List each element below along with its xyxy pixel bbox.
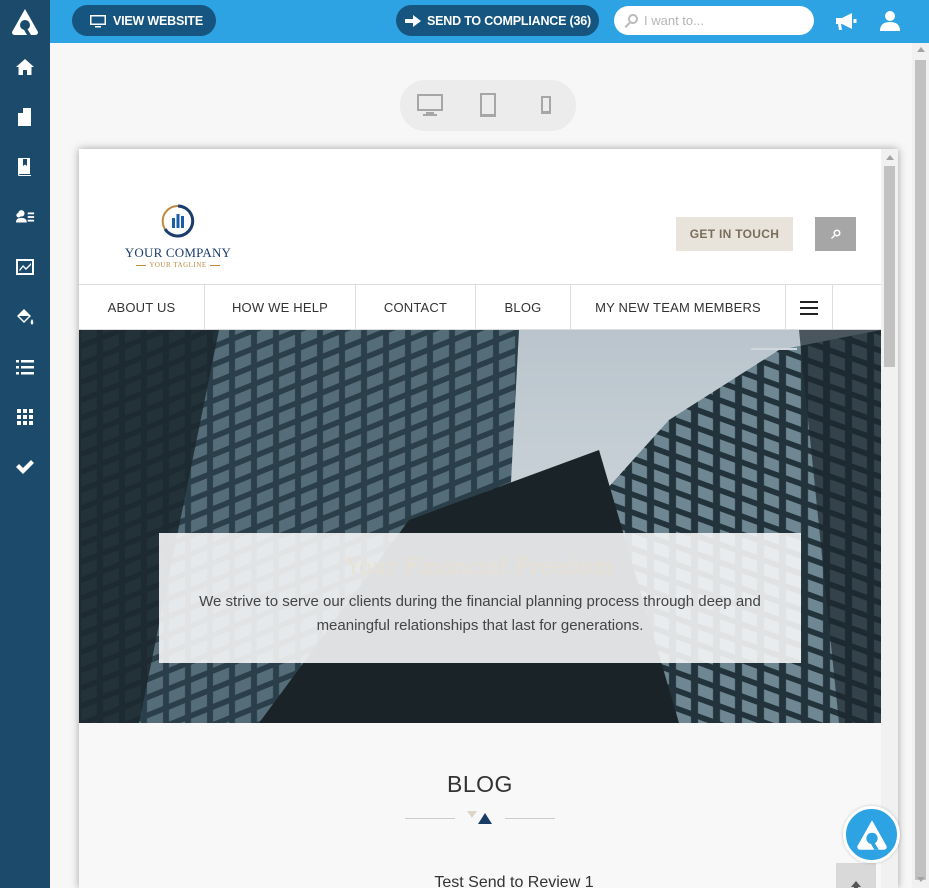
hero-description: We strive to serve our clients during th… [199,593,761,634]
sidebar-item-analytics[interactable] [0,242,50,292]
user-profile-button[interactable] [877,8,903,34]
arrow-right-icon [405,14,421,27]
user-icon [880,11,900,31]
app-logo-icon [856,819,887,850]
sidebar-item-content[interactable] [0,142,50,192]
site-header: YOUR COMPANY YOUR TAGLINE GET IN TOUCH [79,149,881,284]
sidebar-item-apps[interactable] [0,392,50,442]
nav-item-blog[interactable]: BLOG [476,285,571,330]
list-icon [16,360,34,375]
tablet-view-button[interactable] [478,92,498,118]
section-divider [405,811,555,824]
search-input[interactable] [644,13,804,28]
company-name: YOUR COMPANY [124,245,232,260]
chart-icon [16,259,34,275]
sidebar-item-contacts[interactable] [0,192,50,242]
sidebar-item-design[interactable] [0,292,50,342]
book-icon [18,158,31,176]
website-preview-frame: YOUR COMPANY YOUR TAGLINE GET IN TOUCH A… [79,149,898,888]
grid-icon [17,409,33,425]
device-switcher [400,80,576,131]
arrow-up-icon [851,881,861,888]
scroll-to-top-button[interactable] [836,863,876,888]
scroll-down-arrow-icon[interactable] [917,877,925,882]
hero-background-image [79,330,881,723]
workspace-scrollbar[interactable] [912,43,929,888]
blog-section: BLOG Test Send to Review 1 [79,723,881,888]
hamburger-icon [800,300,818,315]
tablet-icon [480,93,496,117]
help-chat-button[interactable] [843,806,900,863]
desktop-view-button[interactable] [416,92,444,118]
hamburger-menu-button[interactable] [786,285,833,330]
hero-text-card: Your Financial Freedom We strive to serv… [159,533,801,663]
send-to-compliance-label: SEND TO COMPLIANCE (36) [427,13,591,28]
sidebar-item-home[interactable] [0,42,50,92]
search-icon [830,229,840,239]
sidebar-item-compliance[interactable] [0,442,50,492]
desktop-icon [417,94,443,116]
company-logo[interactable]: YOUR COMPANY YOUR TAGLINE [121,204,235,269]
nav-item-about-us[interactable]: ABOUT US [79,285,205,330]
announcements-button[interactable] [833,8,859,34]
search-icon [624,14,638,28]
checkmark-icon [16,460,34,474]
blog-section-title: BLOG [447,771,513,797]
scroll-up-arrow-icon[interactable] [917,47,925,52]
paint-bucket-icon [17,309,34,325]
site-search-button[interactable] [815,217,856,251]
monitor-icon [90,14,106,27]
hero-title: Your Financial Freedom [346,555,614,580]
left-sidebar [0,0,50,888]
site-navigation: ABOUT US HOW WE HELP CONTACT BLOG MY NEW… [79,284,881,330]
sidebar-item-pages[interactable] [0,92,50,142]
company-tagline: YOUR TAGLINE [121,261,235,269]
company-logo-mark-icon [161,204,195,238]
hero-banner: Your Financial Freedom We strive to serv… [79,330,881,723]
mobile-view-button[interactable] [539,92,553,118]
blog-post-title[interactable]: Test Send to Review 1 [79,874,898,888]
view-website-button[interactable]: VIEW WEBSITE [72,5,216,36]
app-logo-icon[interactable] [0,0,50,43]
mobile-icon [541,96,551,114]
pages-icon [18,108,31,126]
users-icon [15,210,35,223]
home-icon [16,59,34,75]
view-website-label: VIEW WEBSITE [113,13,203,28]
preview-scroll-up-arrow-icon[interactable] [886,155,894,160]
get-in-touch-button[interactable]: GET IN TOUCH [676,217,793,251]
preview-scrollbar-thumb[interactable] [884,166,895,367]
send-to-compliance-button[interactable]: SEND TO COMPLIANCE (36) [396,5,599,36]
nav-item-contact[interactable]: CONTACT [356,285,476,330]
scrollbar-thumb[interactable] [915,60,926,880]
nav-item-how-we-help[interactable]: HOW WE HELP [205,285,356,330]
sidebar-item-lists[interactable] [0,342,50,392]
megaphone-icon [836,13,857,30]
preview-scrollbar[interactable] [881,149,898,888]
search-box[interactable] [614,6,814,35]
top-bar: VIEW WEBSITE SEND TO COMPLIANCE (36) [50,0,929,43]
nav-item-my-new-team-members[interactable]: MY NEW TEAM MEMBERS [571,285,786,330]
